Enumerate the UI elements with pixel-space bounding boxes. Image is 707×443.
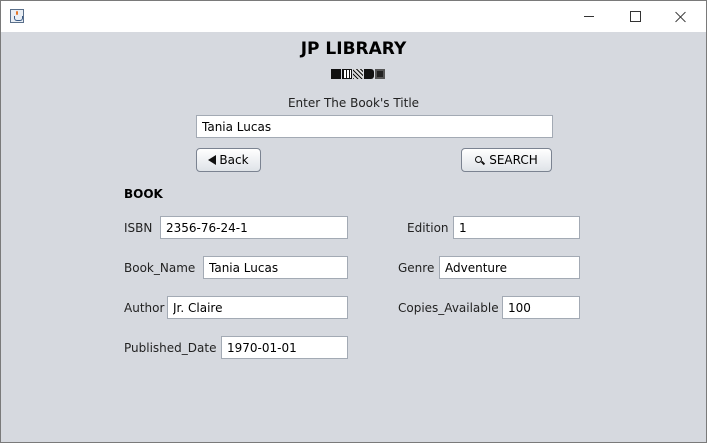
back-arrow-icon — [208, 155, 217, 165]
author-label: Author — [124, 301, 165, 315]
edition-label: Edition — [407, 221, 449, 235]
isbn-label: ISBN — [124, 221, 153, 235]
author-field[interactable] — [167, 296, 348, 319]
genre-field[interactable] — [439, 256, 580, 279]
search-icon — [475, 155, 484, 165]
close-button[interactable] — [658, 1, 704, 32]
isbn-field[interactable] — [160, 216, 348, 239]
book-name-label: Book_Name — [124, 261, 196, 275]
minimize-button[interactable] — [566, 1, 612, 32]
genre-label: Genre — [398, 261, 435, 275]
back-button-label: Back — [219, 153, 249, 167]
search-button-label: SEARCH — [489, 153, 538, 167]
minimize-icon — [584, 16, 594, 17]
book-name-field[interactable] — [203, 256, 348, 279]
search-prompt-label: Enter The Book's Title — [287, 96, 420, 110]
copies-available-label: Copies_Available — [398, 301, 499, 315]
book-section-title: BOOK — [124, 187, 163, 201]
maximize-button[interactable] — [612, 1, 658, 32]
published-date-label: Published_Date — [124, 341, 217, 355]
title-bar — [1, 1, 706, 32]
close-icon — [675, 11, 687, 23]
page-title: JP LIBRARY — [300, 39, 407, 59]
copies-available-field[interactable] — [502, 296, 580, 319]
published-date-field[interactable] — [221, 336, 348, 359]
edition-field[interactable] — [453, 216, 580, 239]
library-window: JP LIBRARY Enter The Book's Title Back S… — [0, 0, 707, 443]
java-cup-icon — [10, 9, 24, 23]
back-button[interactable]: Back — [196, 148, 261, 172]
maximize-icon — [629, 11, 641, 22]
search-button[interactable]: SEARCH — [461, 148, 552, 172]
books-icon — [331, 69, 385, 79]
title-search-input[interactable] — [196, 115, 553, 138]
